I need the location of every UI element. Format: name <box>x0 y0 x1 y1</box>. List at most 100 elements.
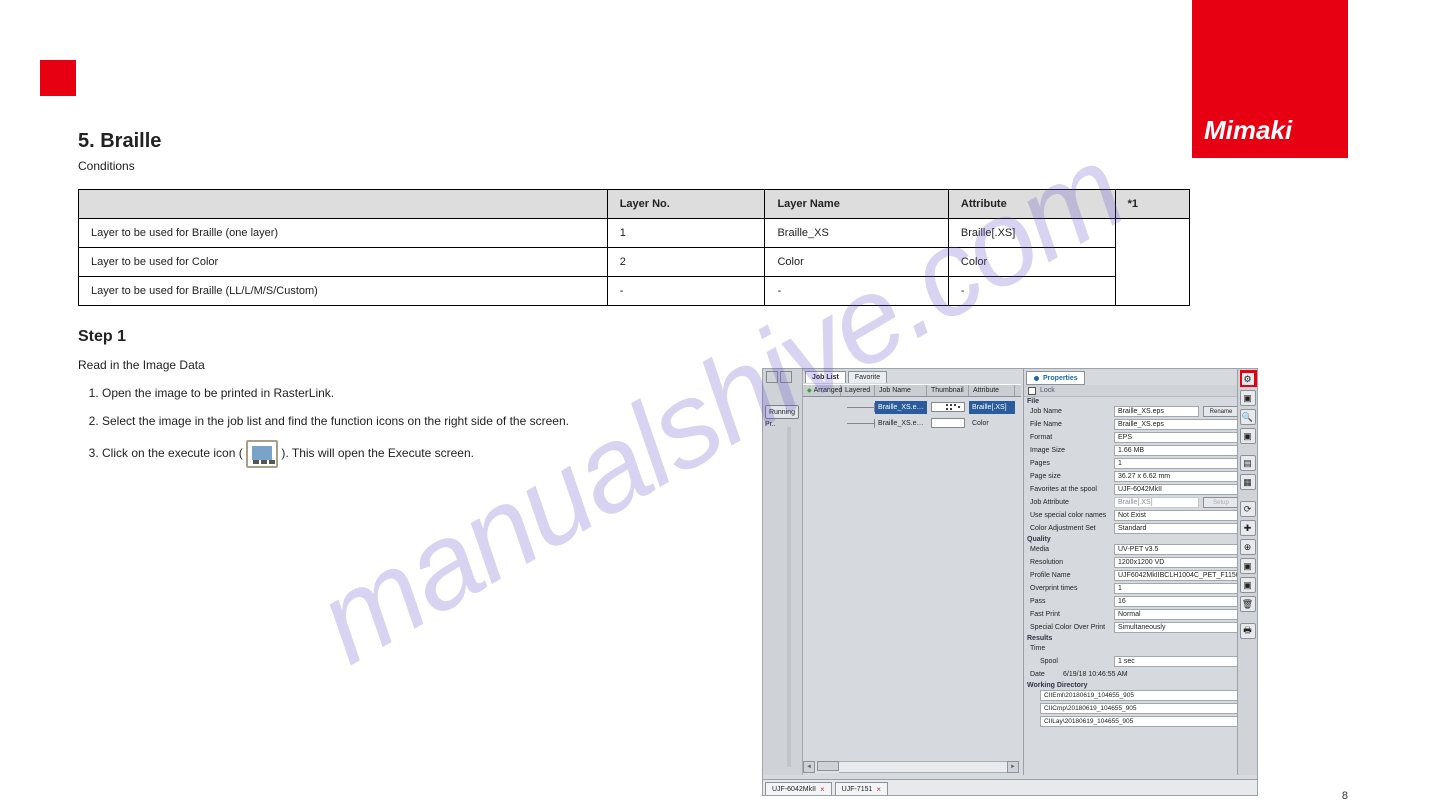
tool-icon[interactable]: ▦ <box>1240 474 1256 490</box>
value-resolution: 1200x1200 VD <box>1114 557 1239 568</box>
running-tab[interactable]: Running <box>765 405 799 419</box>
printer-tabs: UJF-6042MkII× UJF-7151× <box>763 779 1257 795</box>
job-row-selected[interactable]: Braille_XS.e… Braille[.XS] <box>803 399 1021 415</box>
gutter-icons <box>766 371 796 383</box>
lock-checkbox[interactable] <box>1028 387 1036 395</box>
label-usespecial: Use special color names <box>1030 512 1114 519</box>
label-coloradj: Color Adjustment Set <box>1030 525 1114 532</box>
cell <box>1115 219 1189 306</box>
value-jobname[interactable]: Braille_XS.eps <box>1114 406 1199 417</box>
refresh-icon[interactable]: ⟳ <box>1240 501 1256 517</box>
execute-icon <box>246 440 278 468</box>
job-list-header: Arranged Layered Job Name Thumbnail Attr… <box>803 384 1021 397</box>
cell: Layer to be used for Color <box>79 248 608 277</box>
cell: Color <box>765 248 948 277</box>
value-pass: 16 <box>1114 596 1239 607</box>
step-item: Open the image to be printed in RasterLi… <box>102 384 738 402</box>
page-number: 8 <box>1342 790 1348 802</box>
col-attribute[interactable]: Attribute <box>969 385 1015 396</box>
table-row: Layer to be used for Braille (one layer)… <box>79 219 1190 248</box>
step-title: Step 1 <box>78 328 1278 346</box>
delete-icon[interactable]: 🗑 <box>1240 596 1256 612</box>
value-format: EPS <box>1114 432 1239 443</box>
value-specialover: Simultaneously <box>1114 622 1239 633</box>
rename-button[interactable]: Rename <box>1203 406 1239 417</box>
cell: - <box>948 277 1115 306</box>
tool-icon[interactable]: ▣ <box>1240 577 1256 593</box>
value-filename: Braille_XS.eps <box>1114 419 1239 430</box>
job-list-panel: Job List Favorite Arranged Layered Job N… <box>803 369 1021 775</box>
cell: - <box>607 277 765 306</box>
value-jobattr[interactable]: Braille[.XS] <box>1114 497 1199 508</box>
value-fastprint: Normal <box>1114 609 1239 620</box>
col-layered[interactable]: Layered <box>841 385 875 396</box>
close-icon[interactable]: × <box>820 785 825 794</box>
scrollbar-thumb[interactable] <box>817 761 839 771</box>
th-layer-name: Layer Name <box>765 190 948 219</box>
label-media: Media <box>1030 546 1114 553</box>
printer-tab[interactable]: UJF-7151× <box>835 782 888 795</box>
value-usespecial: Not Exist <box>1114 510 1239 521</box>
close-icon[interactable]: × <box>876 785 881 794</box>
col-thumbnail[interactable]: Thumbnail <box>927 385 969 396</box>
label-jobname: Job Name <box>1030 408 1114 415</box>
th-attribute: Attribute <box>948 190 1115 219</box>
col-jobname[interactable]: Job Name <box>875 385 927 396</box>
label-pagesize: Page size <box>1030 473 1114 480</box>
cell: Layer to be used for Braille (one layer) <box>79 219 608 248</box>
joblist-hscrollbar[interactable]: ◄ ► <box>803 761 1019 773</box>
printer-tab[interactable]: UJF-6042MkII× <box>765 782 832 795</box>
table-row: Layer to be used for Color 2 Color Color <box>79 248 1190 277</box>
tool-icon[interactable]: ▣ <box>1240 428 1256 444</box>
label-favorites: Favorites at the spool <box>1030 486 1114 493</box>
section-heading: 5. Braille <box>78 130 1278 153</box>
printer-icon[interactable]: 🖶 <box>1240 623 1256 639</box>
thumbnail-cell <box>927 401 969 414</box>
tab-properties[interactable]: Properties <box>1026 371 1085 385</box>
label-filename: File Name <box>1030 421 1114 428</box>
tool-icon[interactable]: ✚ <box>1240 520 1256 536</box>
table-row: Layer to be used for Braille (LL/L/M/S/C… <box>79 277 1190 306</box>
tab-favorite[interactable]: Favorite <box>848 371 887 383</box>
tool-icon[interactable]: ▣ <box>1240 558 1256 574</box>
label-resolution: Resolution <box>1030 559 1114 566</box>
zoom-icon[interactable]: ⊕ <box>1240 539 1256 555</box>
section-quality: Quality <box>1024 535 1239 543</box>
value-pages: 1 <box>1114 458 1239 469</box>
job-row[interactable]: Braille_XS.e… Color <box>803 415 1021 431</box>
label-jobattr: Job Attribute <box>1030 499 1114 506</box>
value-spool: 1 sec <box>1114 656 1239 667</box>
wd-path: CIIEml\20180619_104655_905 <box>1040 690 1239 701</box>
value-favorites: UJF-6042MkII <box>1114 484 1239 495</box>
col-arranged[interactable]: Arranged <box>803 385 841 396</box>
scroll-left-icon[interactable]: ◄ <box>803 761 815 773</box>
label-imagesize: Image Size <box>1030 447 1114 454</box>
execute-icon[interactable]: ⚙ <box>1240 371 1256 387</box>
label-specialover: Special Color Over Print <box>1030 624 1114 631</box>
splitter-handle[interactable] <box>787 427 791 767</box>
step-item: Click on the execute icon ( ). This will… <box>102 440 738 468</box>
value-imagesize: 1.66 MB <box>1114 445 1239 456</box>
scroll-right-icon[interactable]: ► <box>1007 761 1019 773</box>
label-pass: Pass <box>1030 598 1114 605</box>
tool-icon[interactable]: ▣ <box>1240 390 1256 406</box>
info-icon <box>1033 375 1040 382</box>
label-overprint: Overprint times <box>1030 585 1114 592</box>
search-icon[interactable]: 🔍 <box>1240 409 1256 425</box>
scrollbar-track[interactable] <box>839 761 1007 773</box>
cell: Braille_XS <box>765 219 948 248</box>
th-blank <box>79 190 608 219</box>
tool-icon[interactable]: ▤ <box>1240 455 1256 471</box>
value-media: UV-PET v3.5 <box>1114 544 1239 555</box>
value-time <box>1114 643 1239 654</box>
tab-job-list[interactable]: Job List <box>805 371 846 383</box>
label-profile: Profile Name <box>1030 572 1114 579</box>
label-fastprint: Fast Print <box>1030 611 1114 618</box>
cell: Layer to be used for Braille (LL/L/M/S/C… <box>79 277 608 306</box>
label-format: Format <box>1030 434 1114 441</box>
cell: 1 <box>607 219 765 248</box>
value-date: 6/19/18 10:46:55 AM <box>1060 669 1239 680</box>
lock-row[interactable]: Lock <box>1024 385 1239 397</box>
value-coloradj[interactable]: Standard <box>1114 523 1239 534</box>
section-results: Results <box>1024 634 1239 642</box>
